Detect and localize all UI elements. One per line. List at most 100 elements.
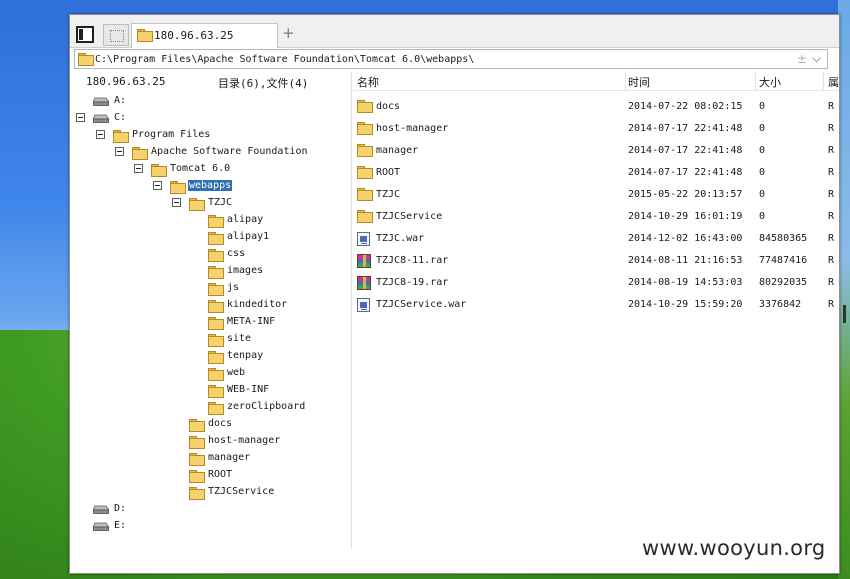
tree-item-label: E: [114,520,127,531]
table-row[interactable]: manager 2014-07-17 22:41:48 0 R [353,139,839,161]
tree-item[interactable]: D: [70,501,351,518]
column-separator[interactable] [755,71,756,91]
tree-item-label: META-INF [227,316,276,327]
panel-toggle-icon[interactable] [76,26,94,43]
tree-item-label: D: [114,503,127,514]
collapse-toggle-icon[interactable] [172,198,181,207]
tree-item[interactable]: tenpay [70,348,351,365]
tree-item[interactable]: zeroClipboard [70,399,351,416]
folder-icon [357,144,373,157]
table-row[interactable]: TZJCService.war 2014-10-29 15:59:20 337684… [353,293,839,315]
column-time[interactable]: 时间 [628,74,650,90]
folder-icon [357,166,373,179]
tree-item[interactable]: webapps [70,178,351,195]
file-name: ROOT [376,167,401,178]
table-row[interactable]: TZJC 2015-05-22 20:13:57 0 R [353,183,839,205]
file-list-header: 名称 时间 大小 属 [353,71,839,91]
file-time: 2015-05-22 20:13:57 [628,189,743,200]
tree-item[interactable]: alipay1 [70,229,351,246]
drive-icon [93,114,109,123]
tree-item[interactable]: Tomcat 6.0 [70,161,351,178]
dir-file-count: 目录(6),文件(4) [218,77,309,90]
table-row[interactable]: docs 2014-07-22 08:02:15 0 R [353,95,839,117]
column-separator[interactable] [625,71,626,91]
tree-item[interactable]: site [70,331,351,348]
tree-item[interactable]: alipay [70,212,351,229]
address-plus-icon[interactable]: ± [797,52,807,66]
table-row[interactable]: ROOT 2014-07-17 22:41:48 0 R [353,161,839,183]
tree-item[interactable]: js [70,280,351,297]
tree-item[interactable]: C: [70,110,351,127]
file-time: 2014-08-11 21:16:53 [628,255,743,266]
collapse-toggle-icon[interactable] [96,130,105,139]
tree-item[interactable]: ROOT [70,467,351,484]
folder-icon [208,300,224,313]
tree-item[interactable]: Program Files [70,127,351,144]
tree-item[interactable]: TZJCService [70,484,351,501]
resize-handle[interactable] [843,305,846,323]
folder-icon [189,198,205,211]
collapse-toggle-icon[interactable] [153,181,162,190]
tab-host[interactable]: 180.96.63.25 [131,23,278,48]
folder-icon [208,368,224,381]
file-size: 0 [759,123,766,134]
chevron-down-icon[interactable]: ⌵ [812,51,821,66]
tree-header: 180.96.63.25 目录(6),文件(4) [70,71,351,91]
tree-item-label: manager [208,452,251,463]
column-name[interactable]: 名称 [357,74,379,90]
tree-item-label: webapps [188,180,233,191]
column-attr[interactable]: 属 [828,74,839,90]
tree-item[interactable]: E: [70,518,351,535]
table-row[interactable]: TZJCService 2014-10-29 16:01:19 0 R [353,205,839,227]
watermark: www.wooyun.org [642,536,826,560]
table-row[interactable]: TZJC.war 2014-12-02 16:43:00 84580365 R [353,227,839,249]
tree-item-label: tenpay [227,350,264,361]
table-row[interactable]: TZJC8-19.rar 2014-08-19 14:53:03 80292035 R [353,271,839,293]
folder-icon [357,188,373,201]
add-tab-button[interactable]: + [282,24,295,42]
column-separator[interactable] [823,71,824,91]
grid-view-icon[interactable] [103,24,129,46]
file-attr: R [828,101,835,112]
folder-icon [78,53,94,66]
file-time: 2014-10-29 16:01:19 [628,211,743,222]
file-name: host-manager [376,123,449,134]
folder-icon [208,266,224,279]
rar-archive-icon [357,276,371,290]
tree-item[interactable]: META-INF [70,314,351,331]
war-file-icon [357,298,370,312]
tree-item-label: host-manager [208,435,281,446]
address-path[interactable]: C:\Program Files\Apache Software Foundat… [95,54,474,65]
host-label: 180.96.63.25 [86,75,166,88]
collapse-toggle-icon[interactable] [76,113,85,122]
folder-icon [208,351,224,364]
collapse-toggle-icon[interactable] [115,147,124,156]
tree-item[interactable]: Apache Software Foundation [70,144,351,161]
file-name: TZJC.war [376,233,425,244]
tree-item[interactable]: docs [70,416,351,433]
address-bar[interactable]: C:\Program Files\Apache Software Foundat… [74,49,828,69]
tree-item[interactable]: WEB-INF [70,382,351,399]
tree-item-label: WEB-INF [227,384,270,395]
file-size: 0 [759,189,766,200]
table-row[interactable]: host-manager 2014-07-17 22:41:48 0 R [353,117,839,139]
folder-icon [151,164,167,177]
tree-item[interactable]: manager [70,450,351,467]
tree-item-label: ROOT [208,469,233,480]
column-size[interactable]: 大小 [759,74,781,90]
file-time: 2014-07-17 22:41:48 [628,145,743,156]
tab-bar: 180.96.63.25 + [70,15,839,48]
tree-item[interactable]: A: [70,93,351,110]
tree-item[interactable]: web [70,365,351,382]
tree-item[interactable]: images [70,263,351,280]
file-size: 0 [759,145,766,156]
tree-item[interactable]: css [70,246,351,263]
tree-item[interactable]: TZJC [70,195,351,212]
pane-divider[interactable] [351,71,352,549]
collapse-toggle-icon[interactable] [134,164,143,173]
tree-item[interactable]: kindeditor [70,297,351,314]
table-row[interactable]: TZJC8-11.rar 2014-08-11 21:16:53 77487416 R [353,249,839,271]
file-name: TZJC [376,189,401,200]
tree-item[interactable]: host-manager [70,433,351,450]
file-name: docs [376,101,401,112]
